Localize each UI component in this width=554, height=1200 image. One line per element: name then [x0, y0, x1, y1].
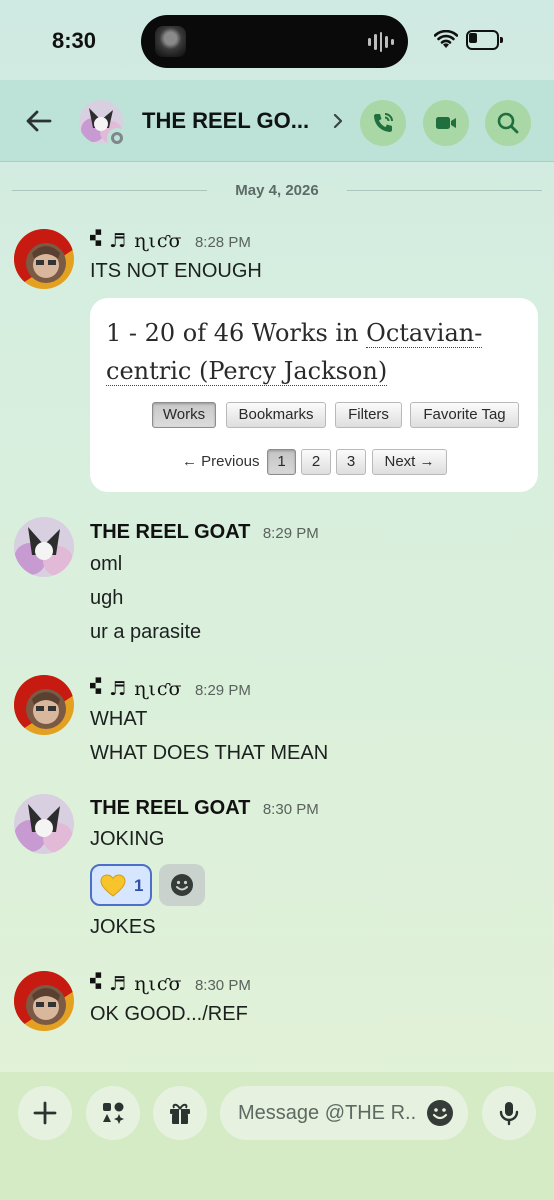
message-timestamp: 8:29 PM — [194, 682, 251, 699]
author-avatar[interactable] — [14, 229, 74, 289]
author-avatar[interactable] — [14, 794, 74, 854]
author-name[interactable]: THE REEL GOAT — [90, 797, 250, 819]
embed-title-prefix: 1 - 20 of 46 Works in — [106, 319, 367, 347]
gift-icon — [170, 1103, 190, 1124]
message-text[interactable]: JOKES — [90, 916, 156, 939]
author-avatar[interactable] — [14, 675, 74, 735]
apps-button[interactable] — [86, 1086, 140, 1140]
author-name[interactable]: THE REEL GOAT — [90, 521, 250, 543]
plus-icon — [33, 1101, 57, 1125]
reaction-count: 1 — [134, 876, 144, 895]
date-divider: May 4, 2026 — [12, 180, 542, 202]
message-header: 𜴞 ♬ ɳιƈσ 8:29 PM — [90, 678, 251, 704]
embed-title: 1 - 20 of 46 Works in Octavian-centric (… — [106, 314, 526, 390]
voice-call-button[interactable] — [360, 100, 406, 146]
message-text[interactable]: ugh — [90, 587, 123, 610]
message-timestamp: 8:28 PM — [194, 234, 251, 251]
message-input-container[interactable] — [220, 1086, 468, 1140]
yellow-heart-icon — [100, 874, 126, 897]
microphone-icon — [499, 1102, 519, 1126]
status-time: 8:30 — [52, 28, 97, 53]
emoji-picker-icon[interactable] — [426, 1099, 454, 1127]
status-bar: 8:30 — [0, 0, 554, 80]
message-timestamp: 8:30 PM — [194, 977, 251, 994]
bookmarks-button[interactable]: Bookmarks — [226, 402, 326, 428]
message-header: THE REEL GOAT 8:30 PM — [90, 797, 319, 823]
message-header: 𜴞 ♬ ɳιƈσ 8:30 PM — [90, 973, 251, 999]
message-header: 𜴞 ♬ ɳιƈσ 8:28 PM — [90, 230, 251, 256]
author-avatar[interactable] — [14, 517, 74, 577]
dynamic-island[interactable] — [141, 15, 408, 68]
audio-waveform-icon — [368, 32, 394, 52]
back-arrow-icon[interactable] — [24, 106, 54, 136]
attach-button[interactable] — [18, 1086, 72, 1140]
battery-icon — [466, 30, 504, 50]
reaction-yellow-heart[interactable]: 1 — [90, 864, 152, 906]
voice-message-button[interactable] — [482, 1086, 536, 1140]
message-text[interactable]: WHAT DOES THAT MEAN — [90, 742, 328, 765]
message-header: THE REEL GOAT 8:29 PM — [90, 521, 319, 547]
gift-button[interactable] — [153, 1086, 207, 1140]
previous-link[interactable]: ← Previous — [182, 453, 260, 470]
author-avatar[interactable] — [14, 971, 74, 1031]
filters-button[interactable]: Filters — [335, 402, 402, 428]
author-name[interactable]: 𜴞 ♬ ɳιƈσ — [90, 230, 183, 252]
smiley-icon — [171, 874, 193, 896]
next-button[interactable]: Next → — [372, 449, 447, 475]
apps-icon — [103, 1102, 124, 1124]
chat-header: THE REEL GO... — [0, 80, 554, 162]
message-text[interactable]: ur a parasite — [90, 621, 201, 644]
message-text[interactable]: ITS NOT ENOUGH — [90, 260, 262, 283]
channel-title[interactable]: THE REEL GO... — [142, 108, 309, 134]
author-name[interactable]: 𜴞 ♬ ɳιƈσ — [90, 973, 183, 995]
date-label: May 4, 2026 — [235, 182, 319, 199]
offline-status-indicator — [107, 128, 127, 148]
works-button[interactable]: Works — [152, 402, 216, 428]
page-button-1[interactable]: 1 — [267, 449, 296, 475]
page-button-2[interactable]: 2 — [301, 449, 331, 475]
link-embed-card[interactable]: 1 - 20 of 46 Works in Octavian-centric (… — [90, 298, 538, 492]
now-playing-thumbnail — [155, 26, 186, 57]
search-button[interactable] — [485, 100, 531, 146]
page-button-3[interactable]: 3 — [336, 449, 366, 475]
message-text[interactable]: oml — [90, 553, 122, 576]
message-timestamp: 8:30 PM — [262, 801, 319, 818]
message-text[interactable]: OK GOOD.../REF — [90, 1003, 248, 1026]
message-timestamp: 8:29 PM — [262, 525, 319, 542]
favorite-tag-button[interactable]: Favorite Tag — [410, 402, 519, 428]
video-camera-icon — [436, 117, 456, 129]
search-icon — [497, 112, 519, 134]
composer-bar — [0, 1072, 554, 1200]
message-text[interactable]: JOKING — [90, 828, 164, 851]
message-input[interactable] — [238, 1086, 428, 1140]
video-call-button[interactable] — [423, 100, 469, 146]
author-name[interactable]: 𜴞 ♬ ɳιƈσ — [90, 678, 183, 700]
message-text[interactable]: WHAT — [90, 708, 147, 731]
add-reaction-button[interactable] — [159, 864, 205, 906]
phone-icon — [374, 113, 393, 132]
wifi-icon — [434, 30, 458, 48]
chevron-right-icon[interactable] — [330, 112, 346, 130]
